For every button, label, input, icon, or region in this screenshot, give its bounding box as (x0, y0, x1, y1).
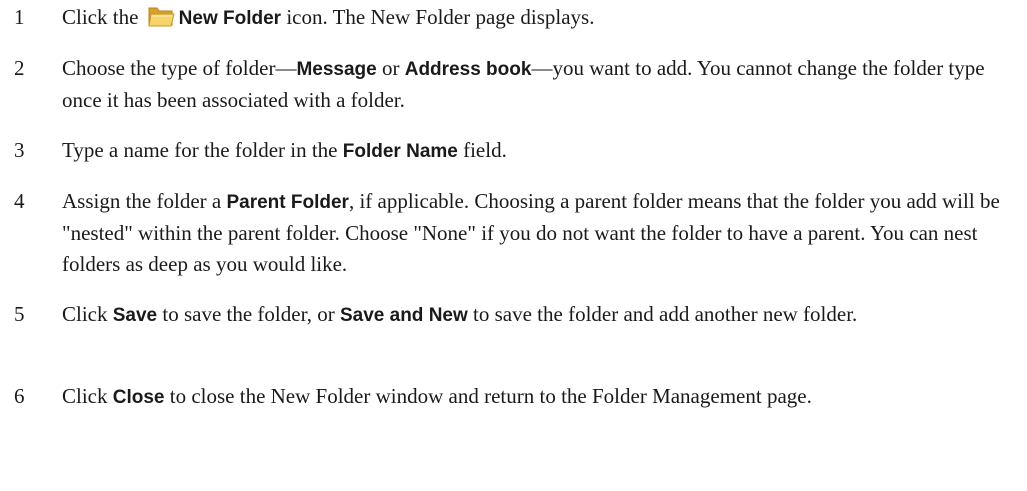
step-text: Click Close to close the New Folder wind… (62, 384, 812, 408)
step-text: Click the New Folder icon. The New Folde… (62, 3, 595, 29)
step-text: Assign the folder a Parent Folder, if ap… (62, 189, 1000, 276)
step-text: Type a name for the folder in the Folder… (62, 138, 507, 162)
step-number: 3 (14, 138, 25, 162)
step-number: 2 (14, 56, 25, 80)
step-number: 4 (14, 189, 25, 213)
step-number: 6 (14, 384, 25, 408)
new-folder-icon (146, 3, 176, 29)
step-number: 1 (14, 5, 25, 29)
step-text: Choose the type of folder—Message or Add… (62, 56, 985, 112)
step-text: Click Save to save the folder, or Save a… (62, 302, 858, 326)
step-number: 5 (14, 302, 25, 326)
